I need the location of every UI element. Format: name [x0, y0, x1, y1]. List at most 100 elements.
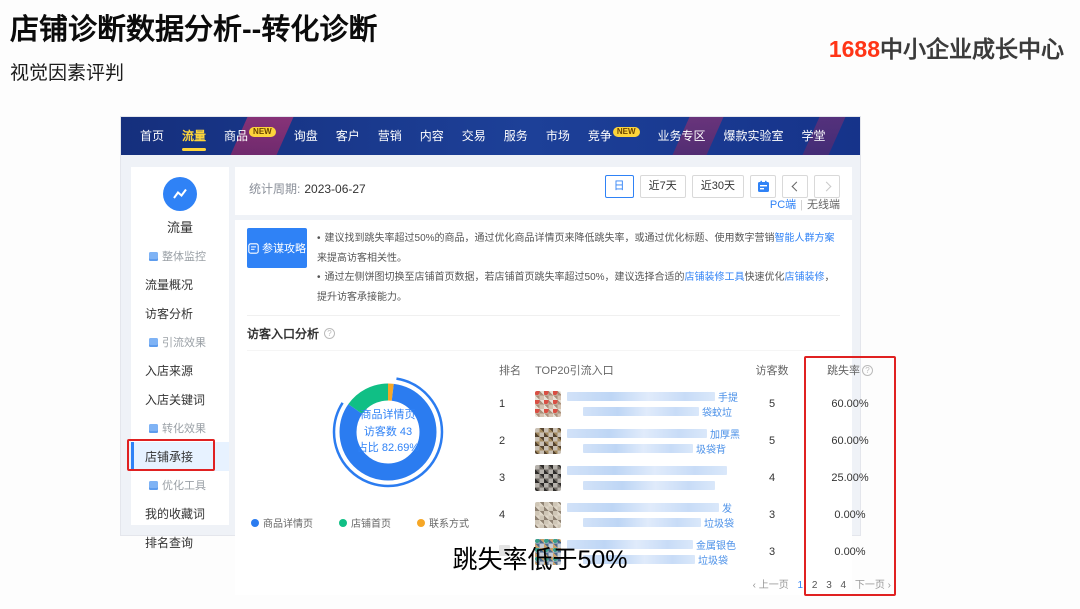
- product-name-link[interactable]: 加厚黑 圾袋背: [567, 427, 740, 454]
- page-title: 店铺诊断数据分析--转化诊断: [10, 6, 377, 48]
- new-badge: NEW: [613, 127, 640, 137]
- info-icon[interactable]: ?: [862, 365, 873, 376]
- new-badge: NEW: [249, 127, 276, 137]
- table-row[interactable]: 1 手提 袋蚊垃 5 60.00%: [499, 385, 896, 422]
- slide: 店铺诊断数据分析--转化诊断 1688中小企业成长中心 视觉因素评判 首页 流量…: [0, 0, 1080, 609]
- nav-tab-market[interactable]: 市场: [537, 117, 579, 155]
- range-7days-button[interactable]: 近7天: [640, 175, 686, 198]
- legend-item-store-home[interactable]: 店铺首页: [339, 515, 391, 530]
- product-name-link[interactable]: [567, 464, 740, 491]
- advisor-strategy-button[interactable]: 参谋攻略: [247, 228, 307, 268]
- nav-tab-content[interactable]: 内容: [411, 117, 453, 155]
- sidebar-section-overall-monitor[interactable]: 整体监控: [131, 242, 229, 270]
- nav-tab-hot-lab[interactable]: 爆款实验室: [715, 117, 793, 155]
- visitor-entry-donut[interactable]: 商品详情页 访客数 43 占比 82.69%: [313, 357, 463, 507]
- product-name-link[interactable]: 发 垃圾袋: [567, 501, 740, 528]
- nav-tab-competition[interactable]: 竞争NEW: [579, 117, 649, 155]
- device-switcher: PC端|无线端: [770, 196, 840, 212]
- advisor-tip-box: 参谋攻略 建议找到跳失率超过50%的商品，通过优化商品详情页来降低跳失率，或通过…: [247, 228, 840, 315]
- nav-tab-home[interactable]: 首页: [131, 117, 173, 155]
- calendar-button[interactable]: [750, 175, 776, 198]
- product-thumbnail: [535, 391, 561, 417]
- next-date-button[interactable]: [814, 175, 840, 198]
- tip-line-1: 建议找到跳失率超过50%的商品，通过优化商品详情页来降低跳失率，或通过优化标题、…: [317, 229, 840, 268]
- advisor-tip-text: 建议找到跳失率超过50%的商品，通过优化商品详情页来降低跳失率，或通过优化标题、…: [317, 228, 840, 307]
- sidebar-item-my-favorite-words[interactable]: 我的收藏词: [131, 499, 229, 528]
- info-icon[interactable]: ?: [324, 328, 335, 339]
- sidebar-item-store-reception[interactable]: 店铺承接: [131, 442, 229, 471]
- brand-logo-1688: 1688: [829, 36, 880, 62]
- product-thumbnail: [535, 428, 561, 454]
- prev-page-button[interactable]: ‹ 上一页: [753, 580, 789, 591]
- col-header-rank: 排名: [499, 362, 535, 378]
- table-row[interactable]: 2 加厚黑 圾袋背 5 60.00%: [499, 422, 896, 459]
- stat-period: 统计周期:2023-06-27: [249, 180, 366, 197]
- page-1-button[interactable]: 1: [798, 580, 804, 591]
- col-header-entry: TOP20引流入口: [535, 362, 740, 378]
- page-4-button[interactable]: 4: [841, 580, 847, 591]
- sidebar-item-traffic-overview[interactable]: 流量概况: [131, 270, 229, 299]
- sidebar-item-entry-source[interactable]: 入店来源: [131, 356, 229, 385]
- legend-dot-green: [339, 519, 347, 527]
- product-thumbnail: [535, 465, 561, 491]
- nav-tab-customers[interactable]: 客户: [327, 117, 369, 155]
- sidebar-module-label: 流量: [131, 217, 229, 236]
- nav-tab-academy[interactable]: 学堂: [793, 117, 835, 155]
- nav-tab-products[interactable]: 商品NEW: [215, 117, 285, 155]
- nav-tab-services[interactable]: 服务: [495, 117, 537, 155]
- legend-dot-orange: [417, 519, 425, 527]
- next-page-button[interactable]: 下一页 ›: [855, 580, 891, 591]
- chevron-right-icon: [821, 182, 831, 192]
- table-row[interactable]: 3 4 25.00%: [499, 459, 896, 496]
- nav-tab-marketing[interactable]: 营销: [369, 117, 411, 155]
- table-row[interactable]: 4 发 垃圾袋 3 0.00%: [499, 496, 896, 533]
- table-header-row: 排名 TOP20引流入口 访客数 跳失率?: [499, 357, 896, 385]
- nav-tab-traffic[interactable]: 流量: [173, 117, 215, 155]
- sidebar-section-traffic-effect[interactable]: 引流效果: [131, 328, 229, 356]
- col-header-visitors: 访客数: [740, 362, 804, 378]
- chart-title: 访客入口分析: [247, 325, 319, 342]
- chart-title-row: 访客入口分析 ?: [247, 325, 840, 351]
- sidebar-item-visitor-analysis[interactable]: 访客分析: [131, 299, 229, 328]
- folder-icon: [149, 481, 158, 490]
- sidebar: 流量 整体监控 流量概况 访客分析 引流效果 入店来源 入店关键词 转化效果 店…: [131, 167, 229, 525]
- brand-logo-text: 中小企业成长中心: [880, 36, 1064, 62]
- folder-icon: [149, 252, 158, 261]
- stat-period-value: 2023-06-27: [304, 182, 365, 196]
- content-card: 参谋攻略 建议找到跳失率超过50%的商品，通过优化商品详情页来降低跳失率，或通过…: [235, 220, 852, 595]
- col-header-bounce: 跳失率?: [804, 362, 896, 378]
- dashboard-body: 流量 整体监控 流量概况 访客分析 引流效果 入店来源 入店关键词 转化效果 店…: [121, 155, 860, 535]
- page-2-button[interactable]: 2: [812, 580, 818, 591]
- section-subtitle: 视觉因素评判: [10, 58, 124, 85]
- device-tab-pc[interactable]: PC端: [770, 199, 796, 211]
- analytics-dashboard-screenshot: 首页 流量 商品NEW 询盘 客户 营销 内容 交易 服务 市场 竞争NEW 业…: [120, 116, 861, 536]
- smart-audience-link[interactable]: 智能人群方案: [775, 233, 835, 244]
- sidebar-section-optimization-tools[interactable]: 优化工具: [131, 471, 229, 499]
- store-decoration-link[interactable]: 店铺装修: [785, 272, 825, 283]
- legend-item-contact[interactable]: 联系方式: [417, 515, 469, 530]
- sidebar-section-conversion-effect[interactable]: 转化效果: [131, 414, 229, 442]
- tip-line-2: 通过左侧饼图切换至店铺首页数据，若店铺首页跳失率超过50%，建议选择合适的店铺装…: [317, 268, 840, 307]
- brand-logo: 1688中小企业成长中心: [829, 30, 1064, 64]
- sidebar-item-entry-keywords[interactable]: 入店关键词: [131, 385, 229, 414]
- store-decoration-tool-link[interactable]: 店铺装修工具: [685, 272, 745, 283]
- range-day-button[interactable]: 日: [605, 175, 634, 198]
- chart-legend: 商品详情页 店铺首页 联系方式: [247, 515, 499, 530]
- strategy-icon: [248, 243, 259, 254]
- range-30days-button[interactable]: 近30天: [692, 175, 744, 198]
- nav-tab-business-zone[interactable]: 业务专区: [649, 117, 715, 155]
- nav-tab-transactions[interactable]: 交易: [453, 117, 495, 155]
- prev-date-button[interactable]: [782, 175, 808, 198]
- slide-caption: 跳失率低于50%: [0, 540, 1080, 576]
- main-panel: 统计周期:2023-06-27 日 近7天 近30天 PC端|无线端: [235, 167, 852, 525]
- period-toolbar: 统计周期:2023-06-27 日 近7天 近30天 PC端|无线端: [235, 167, 852, 215]
- legend-dot-blue: [251, 519, 259, 527]
- top-navbar: 首页 流量 商品NEW 询盘 客户 营销 内容 交易 服务 市场 竞争NEW 业…: [121, 117, 860, 155]
- nav-tab-inquiries[interactable]: 询盘: [285, 117, 327, 155]
- product-name-link[interactable]: 手提 袋蚊垃: [567, 390, 740, 417]
- device-tab-wireless[interactable]: 无线端: [807, 199, 840, 211]
- folder-icon: [149, 338, 158, 347]
- product-thumbnail: [535, 502, 561, 528]
- page-3-button[interactable]: 3: [826, 580, 832, 591]
- legend-item-product-detail[interactable]: 商品详情页: [251, 515, 313, 530]
